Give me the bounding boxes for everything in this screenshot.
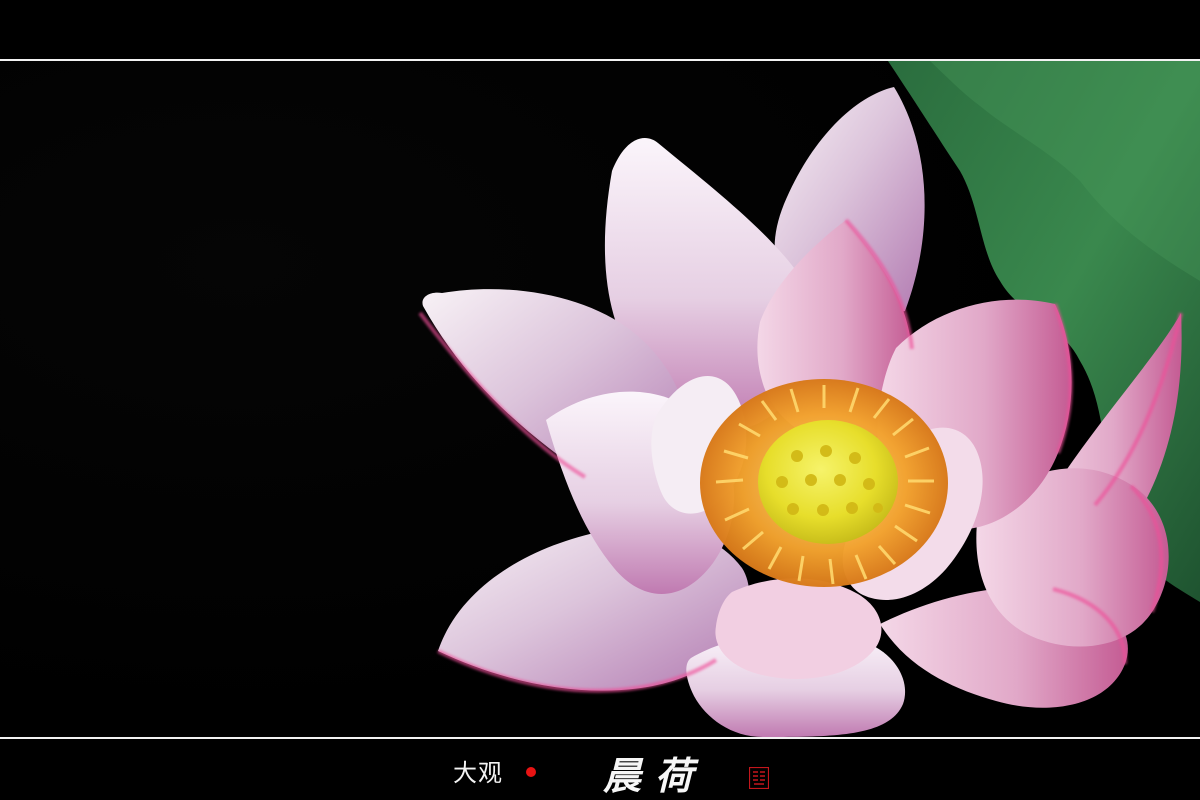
red-seal-stamp — [749, 767, 769, 789]
author-name: 大观 — [453, 759, 503, 787]
photo-frame: 大观 晨荷 — [0, 0, 1200, 800]
caption-strip: 大观 晨荷 — [0, 740, 1200, 800]
lotus-illustration — [0, 61, 1200, 737]
lotus-photo — [0, 61, 1200, 737]
petal-front-center — [715, 578, 882, 679]
red-dot-separator — [526, 767, 536, 777]
bottom-divider-line — [0, 737, 1200, 739]
photo-title: 晨荷 — [603, 753, 708, 798]
